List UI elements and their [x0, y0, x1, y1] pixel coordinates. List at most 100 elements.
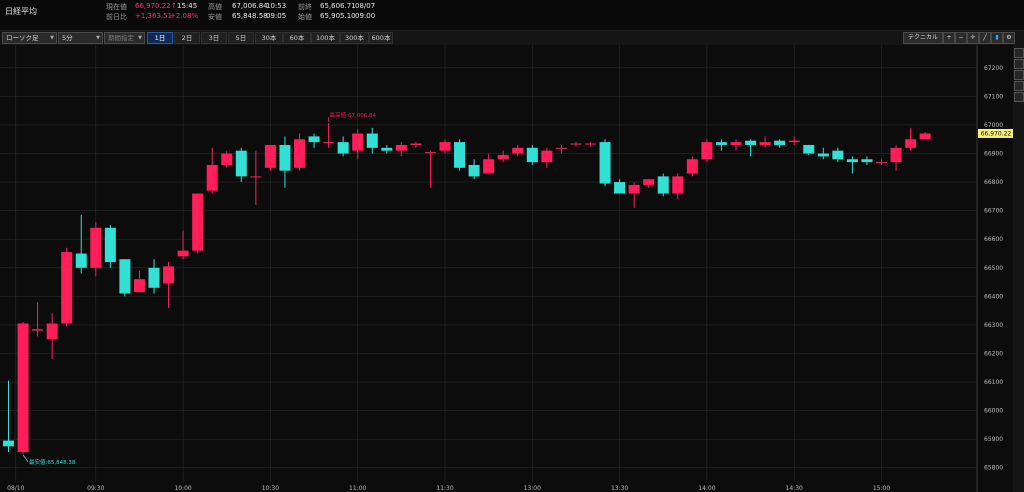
range-tab-5d[interactable]: 5日	[228, 32, 254, 44]
candle-body	[483, 159, 495, 174]
x-tick-label: 08/10	[7, 485, 24, 492]
y-tick-label: 66800	[984, 179, 1003, 186]
candle-body	[235, 150, 247, 177]
candle-body	[3, 440, 14, 447]
candle-body	[657, 176, 669, 194]
panel-button-3[interactable]	[1014, 70, 1024, 80]
candle-body	[686, 159, 698, 174]
interval-select[interactable]: 5分 ▼	[58, 32, 103, 44]
candle-body	[555, 147, 567, 149]
candle-body	[61, 252, 73, 324]
change-percent: +2.08%	[170, 12, 199, 20]
candle-body	[919, 133, 931, 140]
x-tick-label: 15:00	[873, 485, 890, 492]
prev-close-date: 08/07	[355, 2, 376, 10]
chevron-down-icon: ▼	[50, 35, 54, 41]
range-tab-600[interactable]: 600本	[369, 32, 393, 44]
candle-body	[119, 259, 131, 294]
candle-body	[381, 147, 393, 151]
index-title: 日経平均	[5, 7, 37, 16]
candle-body	[177, 250, 189, 257]
candle-body	[701, 142, 713, 160]
current-price-label: 66,970.22	[981, 130, 1012, 137]
y-tick-label: 66500	[984, 265, 1003, 272]
panel-button-2[interactable]	[1014, 59, 1024, 69]
open-value: 65,905.10	[320, 12, 356, 20]
chart-type-select[interactable]: ローソク足 ▼	[2, 32, 57, 44]
range-tab-100[interactable]: 100本	[311, 32, 340, 44]
period-label: 期間指定	[108, 34, 134, 42]
candle-body	[323, 142, 335, 144]
zoom-out-icon[interactable]: −	[955, 32, 967, 44]
panel-button-4[interactable]	[1014, 81, 1024, 91]
y-axis: 65800 65900 66000 66100 66200 66300 66400 66500…	[984, 65, 1003, 472]
candle-body	[876, 162, 887, 164]
candle-body	[104, 227, 116, 263]
y-tick-label: 66600	[984, 236, 1003, 243]
candle	[454, 139, 466, 171]
period-select[interactable]: 期間指定 ▼	[104, 32, 145, 44]
candle-body	[250, 176, 262, 178]
y-tick-label: 66400	[984, 293, 1003, 300]
candle	[803, 144, 815, 155]
candle-body	[570, 143, 582, 145]
y-tick-label: 65800	[984, 465, 1003, 472]
candle-body	[541, 150, 553, 163]
candle-body	[17, 323, 29, 453]
x-tick-label: 11:30	[436, 485, 453, 492]
range-tab-300[interactable]: 300本	[340, 32, 369, 44]
candle-body	[817, 153, 829, 157]
up-arrow-icon: ↑	[171, 2, 177, 10]
x-tick-label: 13:00	[524, 485, 541, 492]
crosshair-icon[interactable]: ✛	[967, 32, 979, 44]
candle-body	[148, 267, 160, 288]
candle-body	[774, 140, 786, 145]
y-tick-label: 67100	[984, 93, 1003, 100]
candle-body	[614, 182, 626, 194]
x-tick-label: 14:00	[698, 485, 715, 492]
range-tab-3d[interactable]: 3日	[201, 32, 227, 44]
chevron-down-icon: ▼	[96, 35, 100, 41]
candle-body	[90, 227, 102, 268]
candle-body	[628, 184, 640, 194]
candle-body	[424, 152, 436, 154]
range-tab-30[interactable]: 30本	[255, 32, 283, 44]
interval-label: 5分	[62, 34, 73, 42]
x-tick-label: 09:30	[87, 485, 104, 492]
x-tick-label: 10:30	[262, 485, 279, 492]
candle	[264, 144, 276, 171]
candle-body	[759, 142, 771, 145]
high-annotation: 最高値:67,006.84	[330, 111, 377, 119]
bar-chart-icon[interactable]: ▮	[991, 32, 1003, 44]
panel-button-5[interactable]	[1014, 92, 1024, 102]
candle-body	[468, 164, 480, 177]
low-label: 安値	[208, 13, 222, 21]
prev-close-label: 前終	[298, 3, 312, 11]
candle-body	[585, 143, 596, 145]
candle	[526, 144, 538, 165]
range-tab-2d[interactable]: 2日	[174, 32, 200, 44]
technical-button[interactable]: テクニカル	[903, 32, 943, 44]
high-label: 高値	[208, 3, 222, 11]
candle-body	[788, 140, 800, 143]
candle-body	[745, 140, 757, 145]
current-label: 現在値	[106, 3, 127, 11]
quote-header: 日経平均 現在値 66,970.22 ↑ 15:45 前日比 +1,363.51…	[0, 0, 1024, 29]
zoom-in-icon[interactable]: +	[943, 32, 955, 44]
candle-body	[337, 142, 349, 154]
range-tab-1d[interactable]: 1日	[147, 32, 173, 44]
candle-body	[352, 133, 364, 151]
side-panel	[1013, 45, 1024, 492]
settings-icon[interactable]: ⚙	[1003, 32, 1015, 44]
x-tick-label: 14:30	[786, 485, 803, 492]
y-tick-label: 67200	[984, 65, 1003, 72]
panel-toggle-button[interactable]	[1014, 48, 1024, 58]
candle-body	[890, 147, 902, 163]
line-tool-icon[interactable]: ╱	[979, 32, 991, 44]
candlestick-chart[interactable]: 65800 65900 66000 66100 66200 66300 66400 66500…	[0, 45, 1013, 492]
candle-body	[715, 142, 727, 145]
range-tab-60[interactable]: 60本	[283, 32, 311, 44]
chart-type-label: ローソク足	[6, 34, 39, 42]
y-tick-label: 66700	[984, 208, 1003, 215]
candle-body	[643, 179, 655, 185]
